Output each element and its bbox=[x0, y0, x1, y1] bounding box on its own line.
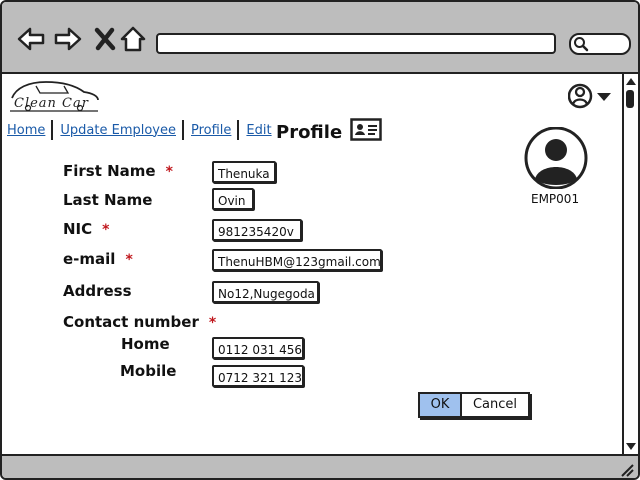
clean-car-logo: Clean Car bbox=[6, 78, 100, 114]
breadcrumb-profile[interactable]: Profile bbox=[190, 123, 235, 138]
chevron-down-icon bbox=[597, 93, 611, 101]
address-label: Address bbox=[63, 282, 132, 300]
cancel-button[interactable]: Cancel bbox=[462, 394, 528, 416]
user-account-icon bbox=[567, 83, 611, 109]
url-bar[interactable] bbox=[156, 33, 556, 54]
browser-window: Clean Car Home Update Employee Profile E… bbox=[0, 0, 640, 480]
employee-id: EMP001 bbox=[531, 192, 580, 206]
nic-field[interactable]: 981235420v bbox=[212, 219, 302, 241]
home-phone-field[interactable]: 0112 031 456 bbox=[212, 337, 304, 359]
breadcrumb-separator bbox=[51, 120, 54, 140]
logo-text: Clean Car bbox=[14, 96, 89, 111]
search-icon bbox=[574, 37, 589, 52]
scroll-up-icon[interactable] bbox=[626, 77, 636, 85]
breadcrumb-separator bbox=[237, 120, 240, 140]
breadcrumb-edit[interactable]: Edit bbox=[245, 123, 275, 138]
first-name-field[interactable]: Thenuka bbox=[212, 161, 276, 183]
breadcrumb-update-employee[interactable]: Update Employee bbox=[59, 123, 180, 138]
arrow-right-icon[interactable] bbox=[53, 24, 83, 54]
first-name-label: First Name * bbox=[63, 162, 173, 180]
last-name-label: Last Name bbox=[63, 191, 153, 209]
ok-button[interactable]: OK bbox=[420, 394, 462, 416]
mobile-phone-label: Mobile bbox=[120, 362, 177, 380]
page-title: Profile bbox=[276, 122, 343, 143]
breadcrumb-separator bbox=[182, 120, 184, 140]
resize-grip-icon[interactable] bbox=[618, 463, 634, 477]
search-box[interactable] bbox=[569, 33, 631, 55]
required-mark: * bbox=[125, 252, 133, 268]
page-content: Clean Car Home Update Employee Profile E… bbox=[2, 74, 622, 452]
home-phone-label: Home bbox=[121, 335, 170, 353]
contact-number-label-text: Contact number bbox=[63, 313, 199, 331]
form-actions: OK Cancel bbox=[418, 392, 530, 418]
scroll-thumb[interactable] bbox=[626, 90, 634, 108]
vertical-scrollbar[interactable] bbox=[622, 74, 638, 454]
nic-label-text: NIC bbox=[63, 220, 93, 238]
status-bar bbox=[2, 454, 638, 478]
first-name-label-text: First Name bbox=[63, 162, 156, 180]
home-icon[interactable] bbox=[118, 24, 148, 54]
user-menu[interactable] bbox=[567, 82, 614, 110]
breadcrumb: Home Update Employee Profile Edit bbox=[6, 119, 276, 141]
browser-toolbar bbox=[2, 2, 638, 74]
required-mark: * bbox=[165, 164, 173, 180]
required-mark: * bbox=[102, 222, 110, 238]
scroll-down-icon[interactable] bbox=[626, 443, 636, 451]
address-field[interactable]: No12,Nugegoda bbox=[212, 281, 319, 303]
arrow-left-icon[interactable] bbox=[16, 24, 46, 54]
email-label: e-mail * bbox=[63, 250, 133, 268]
employee-avatar bbox=[524, 127, 588, 189]
breadcrumb-home[interactable]: Home bbox=[6, 123, 49, 138]
id-card-icon bbox=[350, 118, 382, 141]
mobile-phone-field[interactable]: 0712 321 123 bbox=[212, 365, 304, 387]
nic-label: NIC * bbox=[63, 220, 109, 238]
close-icon[interactable] bbox=[90, 24, 120, 54]
required-mark: * bbox=[208, 315, 217, 331]
email-field[interactable]: ThenuHBM@123gmail.com bbox=[212, 249, 382, 271]
last-name-field[interactable]: Ovin bbox=[212, 188, 254, 210]
contact-number-label: Contact number * bbox=[63, 313, 216, 331]
email-label-text: e-mail bbox=[63, 250, 116, 268]
